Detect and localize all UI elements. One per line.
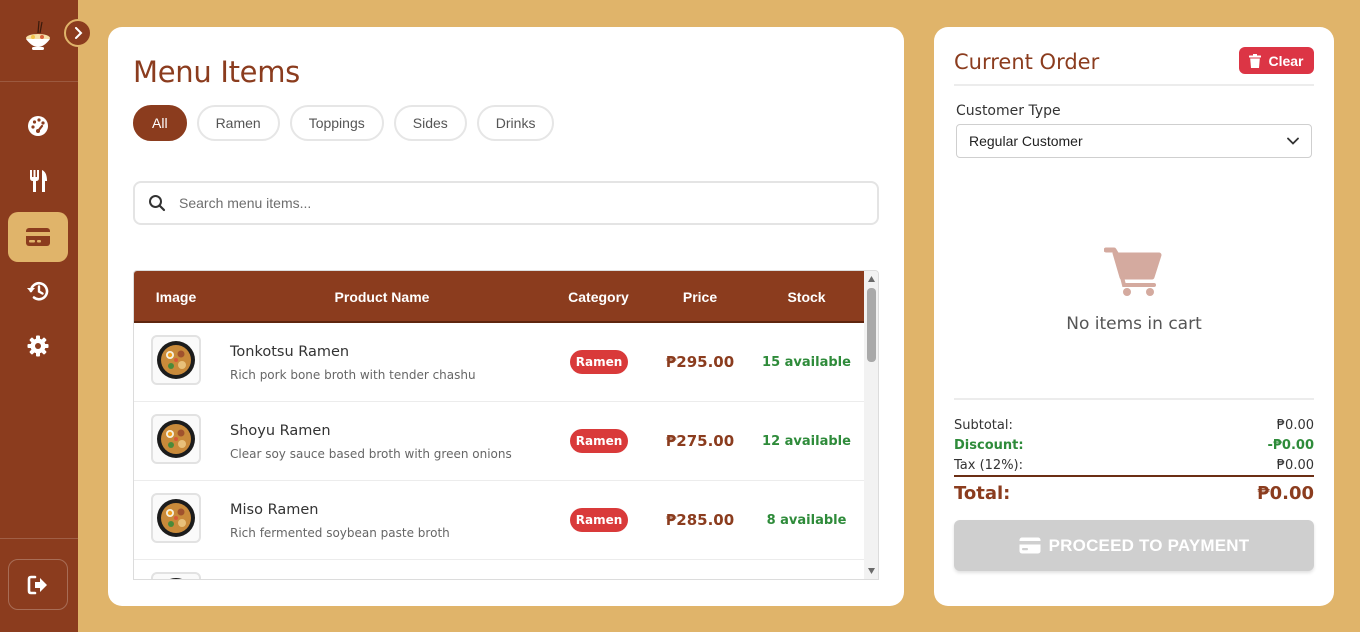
sidebar: [0, 0, 92, 632]
product-image: [151, 414, 201, 464]
palette-gauge-icon: [28, 116, 48, 136]
subtotal-row: Subtotal: ₱0.00: [954, 418, 1314, 433]
product-price: ₱295.00: [665, 353, 735, 371]
discount-row: Discount: -₱0.00: [954, 438, 1314, 453]
scroll-up-arrow-icon[interactable]: [867, 275, 876, 283]
history-icon: [27, 282, 49, 301]
total-value: ₱0.00: [1257, 483, 1314, 504]
sidebar-divider: [0, 538, 78, 539]
empty-cart-icon: [1104, 247, 1162, 296]
search-box: [133, 181, 879, 225]
gear-icon: [27, 335, 49, 357]
ramen-bowl-image-icon: [157, 420, 195, 458]
sidebar-item-dashboard[interactable]: [8, 101, 68, 151]
trash-icon: [1249, 53, 1262, 68]
chevron-right-icon: [75, 27, 83, 39]
category-badge: Ramen: [570, 429, 628, 453]
product-name: Shoyu Ramen: [230, 423, 331, 439]
table-header: Image Product Name Category Price Stock: [134, 271, 864, 323]
subtotal-label: Subtotal:: [954, 418, 1013, 433]
empty-cart-message: No items in cart: [1066, 314, 1202, 334]
filter-ramen[interactable]: Ramen: [196, 105, 280, 141]
product-description: Clear soy sauce based broth with green o…: [230, 447, 512, 461]
ramen-bowl-logo-icon: [26, 20, 50, 50]
search-icon: [149, 195, 166, 212]
stock-status: 15 available: [762, 355, 851, 370]
scroll-down-arrow-icon[interactable]: [867, 567, 876, 575]
table-scrollbar[interactable]: [864, 271, 878, 579]
column-header-price: Price: [682, 289, 718, 305]
chevron-down-icon: [1287, 137, 1299, 145]
product-name: Tonkotsu Ramen: [230, 344, 350, 360]
product-image: [151, 493, 201, 543]
clear-order-label: Clear: [1268, 52, 1304, 69]
customer-type-value: Regular Customer: [969, 133, 1083, 149]
sidebar-toggle-button[interactable]: [64, 19, 92, 47]
filter-sides[interactable]: Sides: [393, 105, 467, 141]
table-row[interactable]: [134, 560, 864, 579]
table-body: Tonkotsu Ramen Rich pork bone broth with…: [134, 323, 864, 579]
discount-value: -₱0.00: [1267, 438, 1314, 453]
sidebar-item-settings[interactable]: [8, 321, 68, 371]
credit-card-icon: [1019, 537, 1041, 554]
total-label: Total:: [954, 483, 1011, 504]
search-input[interactable]: [179, 191, 859, 215]
menu-panel: Menu Items All Ramen Toppings Sides Drin…: [108, 27, 904, 606]
sidebar-item-pos[interactable]: [8, 212, 68, 262]
filter-toppings[interactable]: Toppings: [289, 105, 384, 141]
proceed-to-payment-label: PROCEED TO PAYMENT: [1048, 535, 1250, 555]
sign-out-icon: [27, 575, 47, 594]
ramen-bowl-image-icon: [157, 499, 195, 537]
table-row[interactable]: Shoyu Ramen Clear soy sauce based broth …: [134, 402, 864, 481]
logout-button[interactable]: [8, 559, 68, 610]
subtotal-value: ₱0.00: [1276, 418, 1314, 433]
category-badge: Ramen: [570, 508, 628, 532]
product-description: Rich pork bone broth with tender chashu: [230, 368, 476, 382]
product-name: Miso Ramen: [230, 502, 319, 518]
column-header-image: Image: [155, 289, 197, 305]
filter-all[interactable]: All: [133, 105, 187, 141]
divider: [954, 84, 1314, 86]
category-filters: All Ramen Toppings Sides Drinks: [133, 105, 555, 141]
column-header-stock: Stock: [787, 289, 826, 305]
divider: [954, 398, 1314, 400]
tax-row: Tax (12%): ₱0.00: [954, 458, 1314, 473]
table-row[interactable]: Tonkotsu Ramen Rich pork bone broth with…: [134, 323, 864, 402]
ramen-bowl-image-icon: [157, 341, 195, 379]
proceed-to-payment-button[interactable]: PROCEED TO PAYMENT: [954, 520, 1314, 571]
tax-value: ₱0.00: [1276, 458, 1314, 473]
credit-card-icon: [26, 228, 50, 246]
order-title: Current Order: [954, 50, 1100, 74]
table-row[interactable]: Miso Ramen Rich fermented soybean paste …: [134, 481, 864, 560]
column-header-name: Product Name: [334, 289, 430, 305]
total-divider: [954, 475, 1314, 477]
stock-status: 12 available: [762, 434, 851, 449]
menu-table: Image Product Name Category Price Stock: [133, 270, 879, 580]
product-price: ₱275.00: [665, 432, 735, 450]
column-header-category: Category: [568, 289, 629, 305]
stock-status: 8 available: [766, 513, 847, 528]
sidebar-item-history[interactable]: [8, 266, 68, 316]
customer-type-select[interactable]: Regular Customer: [956, 124, 1312, 158]
discount-label: Discount:: [954, 438, 1024, 453]
order-panel: Current Order Clear Customer Type Regula…: [934, 27, 1334, 606]
utensils-icon: [30, 170, 47, 192]
filter-drinks[interactable]: Drinks: [476, 105, 555, 141]
page-title: Menu Items: [133, 55, 300, 89]
product-image: [151, 335, 201, 385]
product-description: Rich fermented soybean paste broth: [230, 526, 450, 540]
tax-label: Tax (12%):: [954, 458, 1023, 473]
category-badge: Ramen: [570, 350, 628, 374]
ramen-bowl-image-icon: [169, 578, 183, 579]
sidebar-item-menu[interactable]: [8, 156, 68, 206]
customer-type-label: Customer Type: [956, 103, 1061, 119]
total-row: Total: ₱0.00: [954, 483, 1314, 504]
product-price: ₱285.00: [665, 511, 735, 529]
product-image: [151, 572, 201, 579]
scrollbar-thumb[interactable]: [867, 288, 876, 362]
clear-order-button[interactable]: Clear: [1239, 47, 1314, 74]
